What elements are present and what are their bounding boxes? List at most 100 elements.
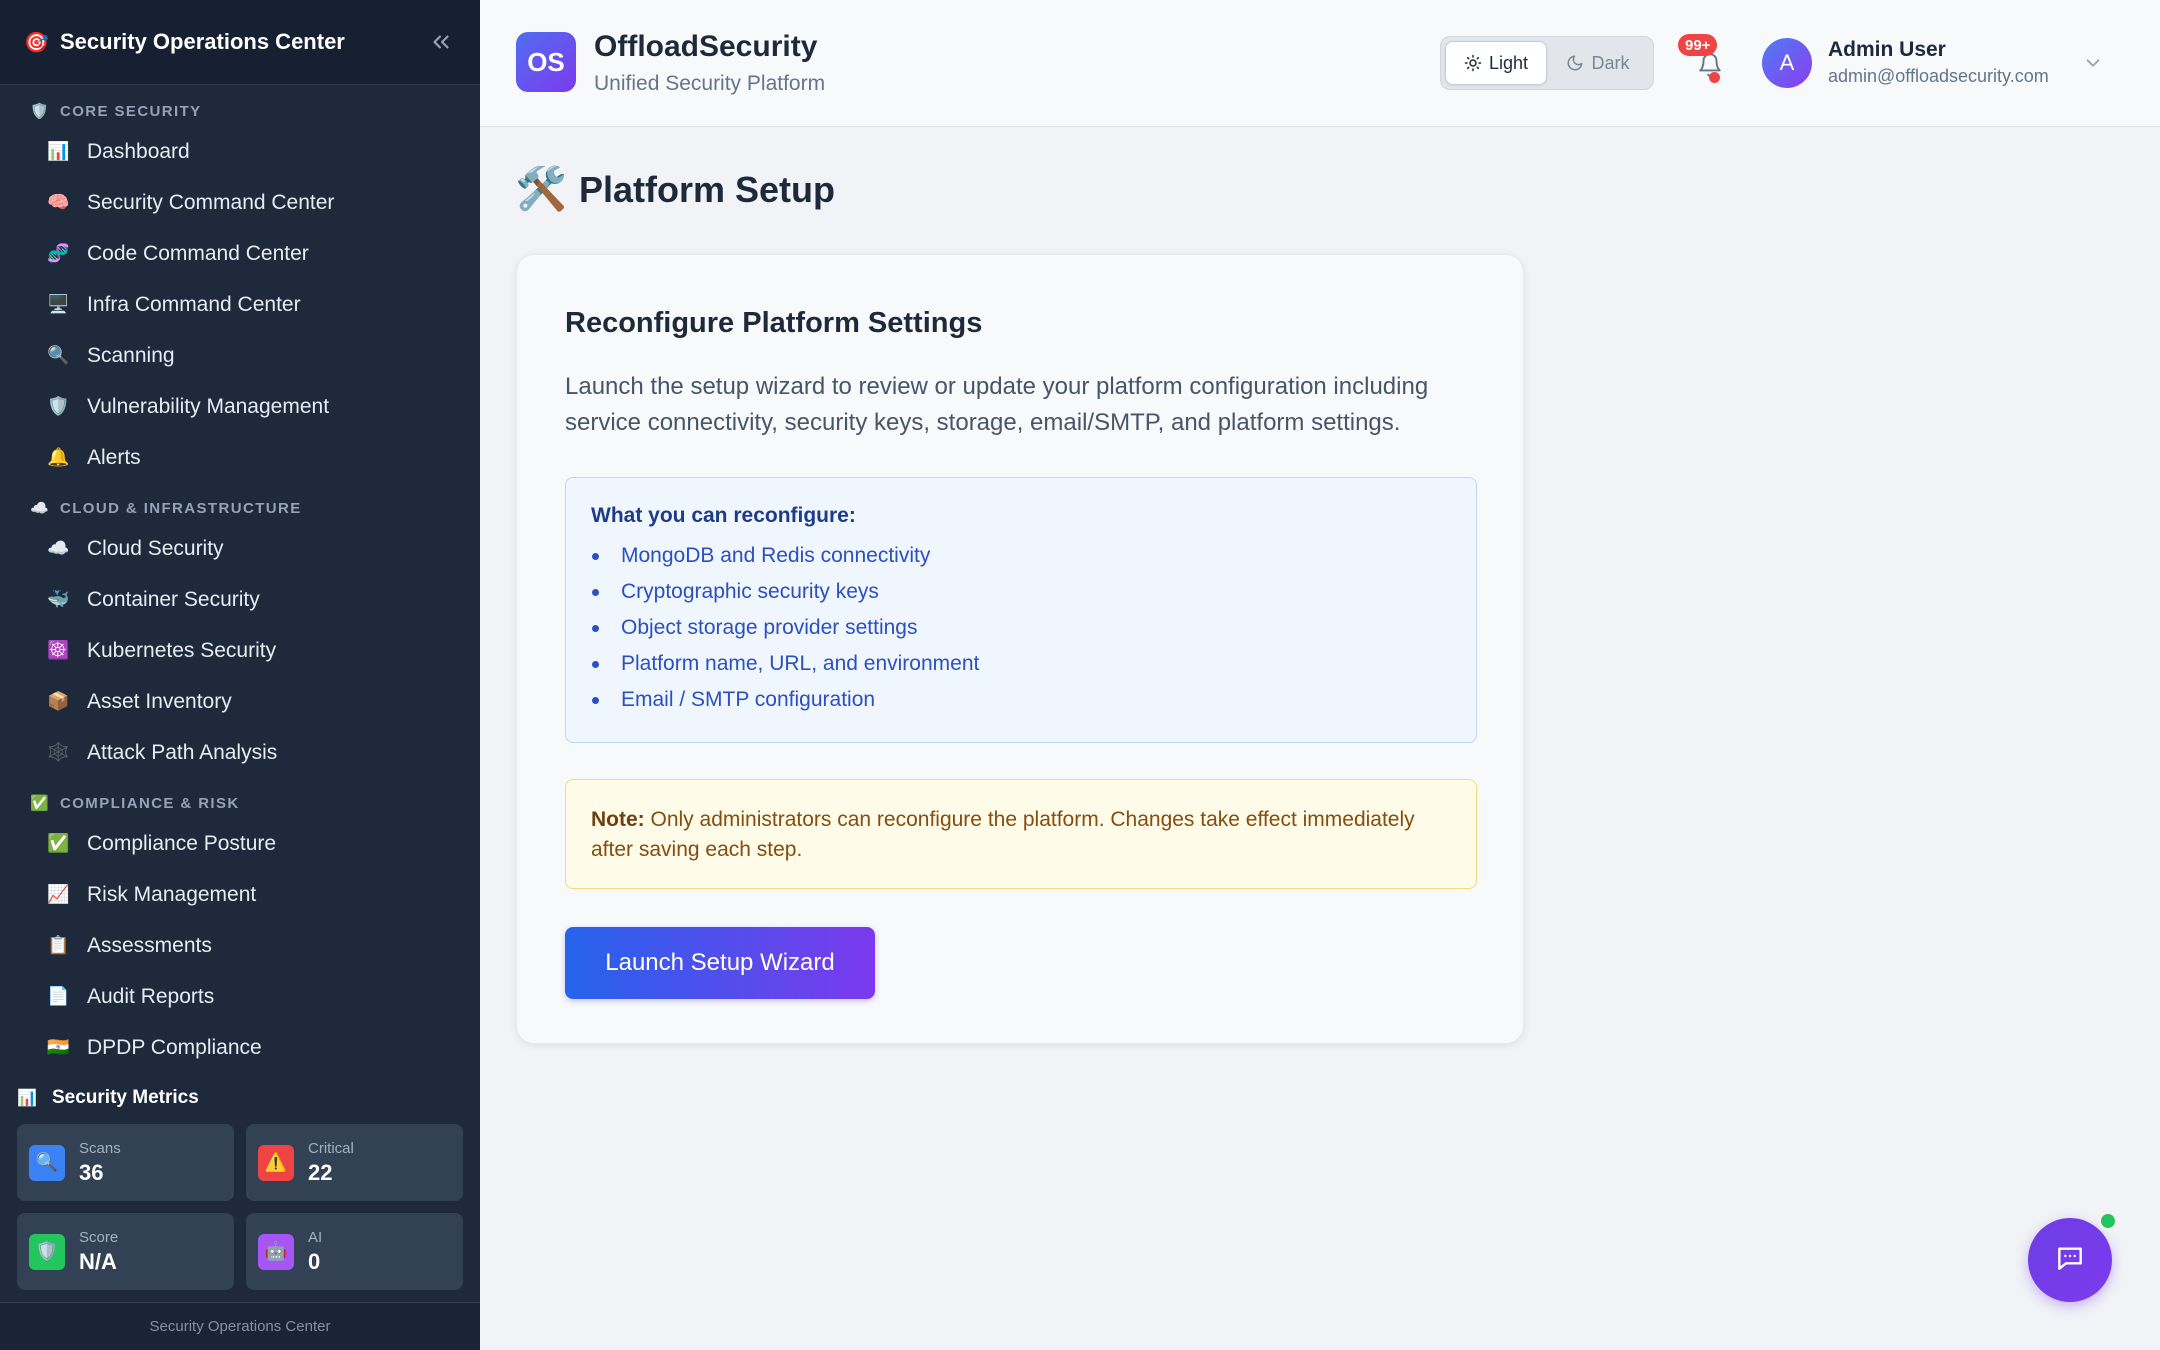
online-status-dot: [2099, 1212, 2117, 1230]
reconfigure-card: Reconfigure Platform Settings Launch the…: [516, 254, 1524, 1044]
brand-name: OffloadSecurity: [594, 30, 818, 63]
dna-icon: 🧬: [47, 243, 70, 263]
india-flag-icon: 🇮🇳: [47, 1037, 70, 1057]
metric-value: 0: [308, 1248, 321, 1274]
sidebar-item-scanning[interactable]: 🔍 Scanning: [0, 330, 480, 381]
notification-dot: [1709, 72, 1720, 83]
magnifier-icon: 🔍: [29, 1144, 65, 1181]
sidebar-item-infra-command-center[interactable]: 🖥️ Infra Command Center: [0, 279, 480, 330]
sidebar-item-vulnerability-management[interactable]: 🛡️ Vulnerability Management: [0, 381, 480, 432]
sidebar-item-label: Alerts: [87, 445, 141, 469]
metrics-title: Security Metrics: [52, 1087, 199, 1108]
section-label: CORE SECURITY: [60, 102, 202, 120]
sidebar-item-label: Infra Command Center: [87, 292, 301, 316]
sidebar-footer: Security Operations Center: [0, 1302, 480, 1350]
cloud-icon: ☁️: [47, 538, 70, 558]
chat-bubble-icon: [2054, 1242, 2086, 1279]
shield-icon: 🛡️: [29, 1233, 65, 1270]
sidebar-item-label: Scanning: [87, 343, 175, 367]
info-title: What you can reconfigure:: [591, 504, 856, 527]
metric-card-scans[interactable]: 🔍 Scans 36: [17, 1124, 234, 1201]
sidebar-item-label: Asset Inventory: [87, 689, 232, 713]
document-icon: 📄: [47, 986, 70, 1006]
whale-icon: 🐳: [47, 589, 70, 609]
sidebar-item-attack-path-analysis[interactable]: 🕸️ Attack Path Analysis: [0, 727, 480, 778]
metric-card-critical[interactable]: ⚠️ Critical 22: [246, 1124, 463, 1201]
sidebar-item-security-command-center[interactable]: 🧠 Security Command Center: [0, 177, 480, 228]
card-title: Reconfigure Platform Settings: [565, 307, 983, 339]
section-cloud-infrastructure: ☁️ CLOUD & INFRASTRUCTURE: [0, 483, 480, 523]
sidebar-item-container-security[interactable]: 🐳 Container Security: [0, 574, 480, 625]
check-icon: ✅: [30, 795, 49, 812]
section-core-security: 🛡️ CORE SECURITY: [0, 86, 480, 126]
check-icon: ✅: [47, 833, 70, 853]
sidebar-item-asset-inventory[interactable]: 📦 Asset Inventory: [0, 676, 480, 727]
section-label: COMPLIANCE & RISK: [60, 794, 240, 812]
metric-label: Scans: [79, 1139, 121, 1157]
avatar[interactable]: A: [1762, 38, 1812, 88]
sidebar-item-label: DPDP Compliance: [87, 1035, 262, 1059]
helm-wheel-icon: ☸️: [47, 640, 70, 660]
sidebar-item-code-command-center[interactable]: 🧬 Code Command Center: [0, 228, 480, 279]
metrics-header: 📊 Security Metrics: [0, 1078, 480, 1118]
collapse-sidebar-icon[interactable]: [426, 27, 456, 57]
sidebar-item-assessments[interactable]: 📋 Assessments: [0, 920, 480, 971]
metric-value: 36: [79, 1159, 104, 1185]
launch-setup-wizard-button[interactable]: Launch Setup Wizard: [565, 927, 875, 999]
chat-button[interactable]: [2028, 1218, 2112, 1302]
sidebar-item-audit-reports[interactable]: 📄 Audit Reports: [0, 971, 480, 1022]
admin-note: Note: Only administrators can reconfigur…: [565, 779, 1477, 889]
theme-dark-label: Dark: [1591, 52, 1630, 73]
page-header: 🛠️ Platform Setup: [515, 165, 835, 214]
chevron-down-icon[interactable]: [2082, 52, 2104, 74]
brand-subtitle: Unified Security Platform: [594, 72, 826, 95]
sidebar-title: Security Operations Center: [60, 29, 345, 54]
reconfigure-info-box: What you can reconfigure: MongoDB and Re…: [565, 477, 1477, 743]
note-label: Note:: [591, 808, 645, 831]
note-text: Only administrators can reconfigure the …: [591, 808, 1415, 861]
shield-icon: 🛡️: [30, 103, 49, 120]
page-title: Platform Setup: [579, 168, 836, 210]
bar-chart-icon: 📊: [17, 1090, 37, 1107]
metric-label: Critical: [308, 1139, 354, 1157]
theme-dark-button[interactable]: Dark: [1547, 41, 1649, 85]
section-label: CLOUD & INFRASTRUCTURE: [60, 499, 302, 517]
sidebar-item-compliance-posture[interactable]: ✅ Compliance Posture: [0, 818, 480, 869]
notification-badge: 99+: [1678, 34, 1718, 56]
user-email: admin@offloadsecurity.com: [1828, 66, 2049, 86]
metric-label: AI: [308, 1228, 323, 1246]
theme-light-button[interactable]: Light: [1445, 41, 1547, 85]
security-metrics-panel: 📊 Security Metrics 🔍 Scans 36 ⚠️ Critica…: [0, 1078, 480, 1302]
sidebar-item-label: Attack Path Analysis: [87, 740, 278, 764]
package-icon: 📦: [47, 691, 70, 711]
metric-card-score[interactable]: 🛡️ Score N/A: [17, 1213, 234, 1290]
list-item: Cryptographic security keys: [591, 574, 1476, 610]
sidebar-item-label: Security Command Center: [87, 190, 335, 214]
sidebar-item-label: Code Command Center: [87, 241, 309, 265]
brand-logo[interactable]: OS: [516, 32, 576, 92]
user-name[interactable]: Admin User: [1828, 38, 1946, 62]
sidebar-item-dashboard[interactable]: 📊 Dashboard: [0, 126, 480, 177]
list-item: MongoDB and Redis connectivity: [591, 538, 1476, 574]
sidebar-item-kubernetes-security[interactable]: ☸️ Kubernetes Security: [0, 625, 480, 676]
sidebar-item-label: Audit Reports: [87, 984, 215, 1008]
metric-value: N/A: [79, 1248, 117, 1274]
sidebar-item-label: Vulnerability Management: [87, 394, 330, 418]
metric-card-ai[interactable]: 🤖 AI 0: [246, 1213, 463, 1290]
list-item: Object storage provider settings: [591, 610, 1476, 646]
sidebar-item-label: Container Security: [87, 587, 260, 611]
info-list: MongoDB and Redis connectivity Cryptogra…: [591, 538, 1476, 718]
metric-label: Score: [79, 1228, 119, 1246]
sidebar-item-cloud-security[interactable]: ☁️ Cloud Security: [0, 523, 480, 574]
sidebar-item-label: Dashboard: [87, 139, 190, 163]
sun-icon: [1464, 54, 1482, 72]
sidebar-item-alerts[interactable]: 🔔 Alerts: [0, 432, 480, 483]
warning-icon: ⚠️: [258, 1144, 294, 1181]
sidebar-item-risk-management[interactable]: 📈 Risk Management: [0, 869, 480, 920]
robot-icon: 🤖: [258, 1233, 294, 1270]
clipboard-icon: 📋: [47, 935, 70, 955]
trend-chart-icon: 📈: [47, 884, 70, 904]
target-icon: 🎯: [24, 31, 49, 54]
sidebar-item-dpdp-compliance[interactable]: 🇮🇳 DPDP Compliance: [0, 1022, 480, 1073]
sidebar-item-label: Cloud Security: [87, 536, 224, 560]
